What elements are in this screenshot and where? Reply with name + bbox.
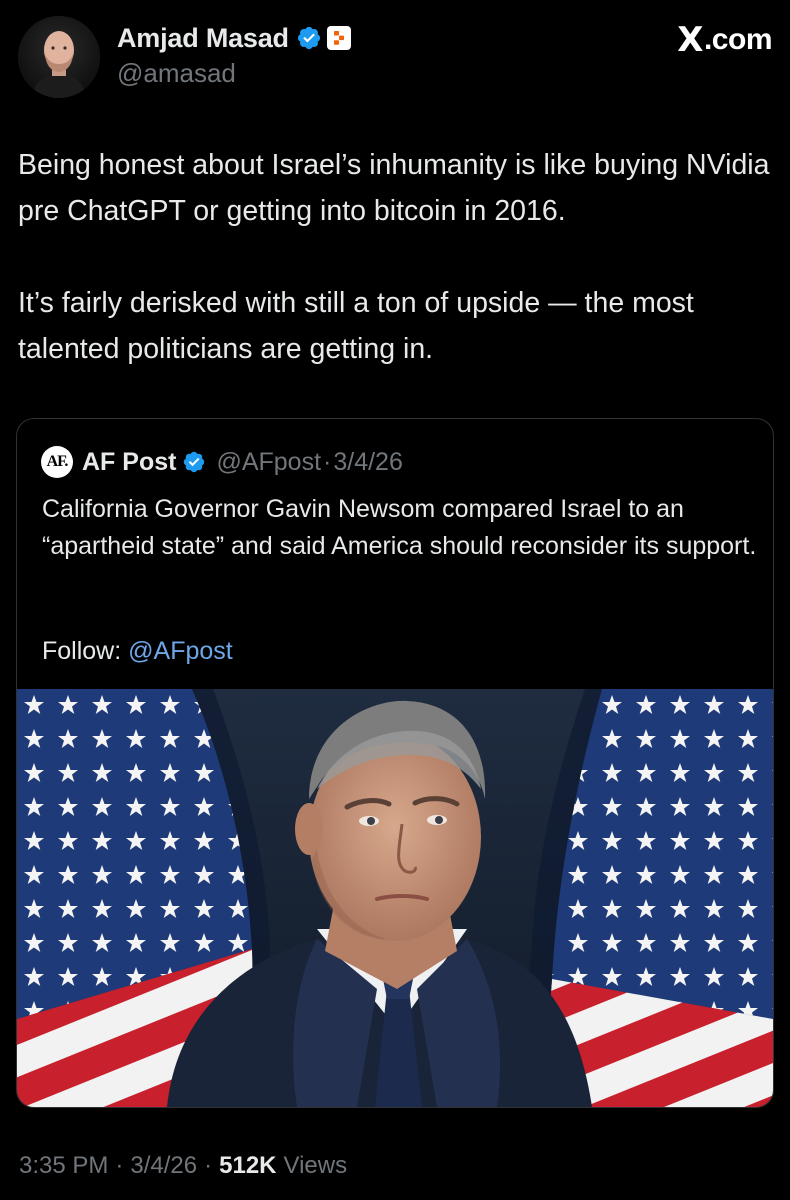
follow-label: Follow: [42,637,122,665]
quote-follow-line: Follow: @AFpost [42,637,233,666]
separator-dot: · [323,447,332,476]
verified-badge-icon [182,450,206,474]
author-name[interactable]: Amjad Masad [117,23,289,54]
x-logo-icon: X [677,20,703,60]
quote-avatar[interactable]: AF. [41,446,73,478]
author-avatar[interactable] [18,16,100,98]
views-count: 512K [219,1152,277,1179]
quote-author-name[interactable]: AF Post [82,448,176,477]
tweet-time[interactable]: 3:35 PM [19,1152,108,1180]
quote-header: AF. AF Post @AFpost · 3/4/26 [41,446,403,478]
quote-body-text: California Governor Gavin Newsom compare… [42,495,757,560]
site-label: X .com [677,20,772,60]
quote-author-handle[interactable]: @AFpost [216,448,321,477]
quote-date[interactable]: 3/4/26 [333,448,403,477]
author-name-row: Amjad Masad [117,20,351,56]
separator-dot: · [115,1152,124,1179]
quoted-tweet-card[interactable]: AF. AF Post @AFpost · 3/4/26 California … [16,418,774,1108]
author-info: Amjad Masad @amasad [117,20,351,89]
replit-logo-icon[interactable] [326,26,351,50]
tweet-date[interactable]: 3/4/26 [130,1152,197,1180]
tweet-meta: 3:35 PM · 3/4/26 · 512K Views [19,1152,347,1180]
views-label: Views [283,1152,348,1179]
verified-badge-icon[interactable] [296,25,322,51]
tweet-paragraph: It’s fairly derisked with still a ton of… [18,287,694,365]
follow-mention-link[interactable]: @AFpost [128,637,233,665]
quote-media-photo[interactable] [17,689,773,1107]
quote-body: California Governor Gavin Newsom compare… [42,491,757,565]
author-handle[interactable]: @amasad [117,58,351,89]
separator-dot: · [204,1152,213,1179]
tweet-text: Being honest about Israel’s inhumanity i… [18,142,778,372]
tweet-paragraph: Being honest about Israel’s inhumanity i… [18,149,770,227]
tweet-header: Amjad Masad @amasad X .com [18,16,773,98]
site-label-text: .com [703,23,773,56]
